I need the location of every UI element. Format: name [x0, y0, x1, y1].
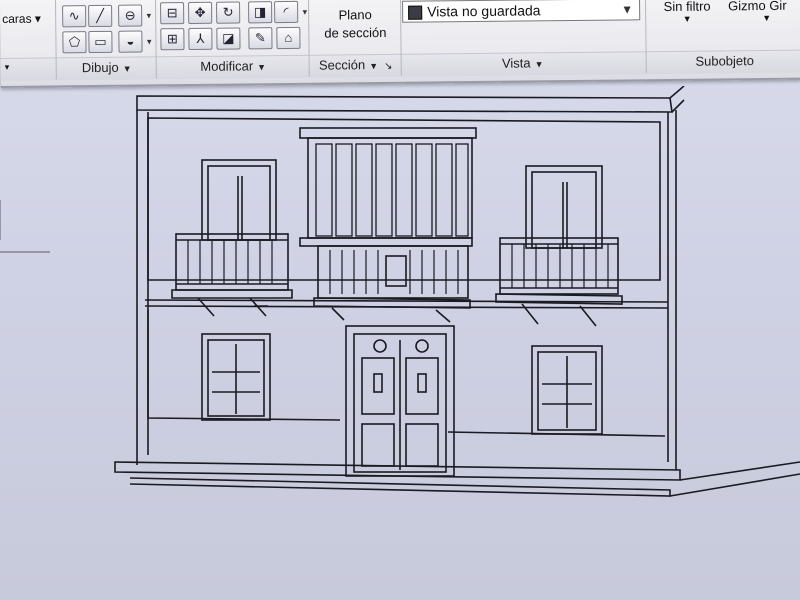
panel-subobjeto-label: Subobjeto: [695, 53, 755, 69]
ribbon: caras ▾ ▾ ∿ ╱ ⊖ ⬠ ▭ ◒ Dibujo▼ ⊟ ✥ ↻ ◨ ◜ …: [0, 0, 800, 88]
gizmo-label: Gizmo Gir: [728, 0, 787, 14]
fillet-icon[interactable]: ◜: [274, 0, 299, 24]
line-icon[interactable]: ╱: [88, 4, 113, 28]
move-icon[interactable]: ⊟: [160, 2, 185, 25]
gizmo-dropdown[interactable]: Gizmo Gir ▼: [728, 0, 800, 23]
erase-icon[interactable]: ✎: [248, 27, 273, 50]
circle-icon[interactable]: ⊖: [118, 4, 143, 27]
caras-dropdown[interactable]: caras ▾: [2, 12, 41, 26]
array-icon[interactable]: ✥: [188, 1, 213, 25]
plano-de-seccion-button[interactable]: Plano de sección: [312, 6, 398, 43]
polyline-icon[interactable]: ∿: [62, 5, 87, 28]
drawing-canvas[interactable]: [0, 86, 800, 600]
separator: [307, 0, 310, 77]
separator: [644, 0, 647, 74]
chevron-down-icon: ▼: [762, 12, 772, 24]
panel-dibujo-label: Dibujo: [81, 59, 119, 76]
view-select[interactable]: Vista no guardada ▼: [402, 0, 641, 23]
panel-subobjeto[interactable]: Subobjeto: [649, 52, 800, 72]
filter-dropdown[interactable]: Sin filtro ▼: [652, 0, 722, 24]
left-panel-arrow[interactable]: ▾: [5, 62, 10, 73]
facade-drawing: [0, 86, 800, 497]
panel-modificar[interactable]: Modificar ▼: [161, 57, 306, 77]
view-select-value: Vista no guardada: [427, 2, 541, 20]
align-icon[interactable]: ⊞: [160, 28, 185, 51]
caras-label: caras: [2, 11, 32, 26]
scale-icon[interactable]: ⅄: [188, 27, 213, 51]
offset-icon[interactable]: ◪: [216, 27, 241, 50]
extrude-icon[interactable]: ⌂: [276, 26, 301, 50]
panel-vista[interactable]: Vista ▼: [403, 53, 643, 74]
chevron-down-icon: ▼: [682, 13, 692, 24]
polygon-icon[interactable]: ⬠: [62, 31, 87, 54]
panel-seccion-label: Sección: [318, 57, 366, 73]
rectangle-icon[interactable]: ▭: [88, 30, 113, 54]
separator: [54, 0, 57, 80]
filter-label: Sin filtro: [663, 0, 711, 15]
plano-label-line2: de sección: [324, 24, 387, 41]
panel-modificar-label: Modificar: [200, 58, 254, 74]
separator: [154, 0, 157, 79]
panel-seccion[interactable]: Sección ▼ ↘: [311, 56, 401, 75]
panel-dibujo[interactable]: Dibujo ▼: [61, 58, 153, 77]
panel-vista-label: Vista: [501, 55, 531, 71]
rotate-icon[interactable]: ↻: [216, 1, 241, 24]
panel-launcher-icon[interactable]: ↘: [384, 61, 393, 72]
plano-label-line1: Plano: [338, 7, 372, 23]
region-icon[interactable]: ◒: [118, 30, 143, 53]
view-icon: [408, 5, 423, 20]
chevron-down-icon: ▼: [621, 2, 634, 17]
mirror-icon[interactable]: ◨: [248, 1, 273, 24]
